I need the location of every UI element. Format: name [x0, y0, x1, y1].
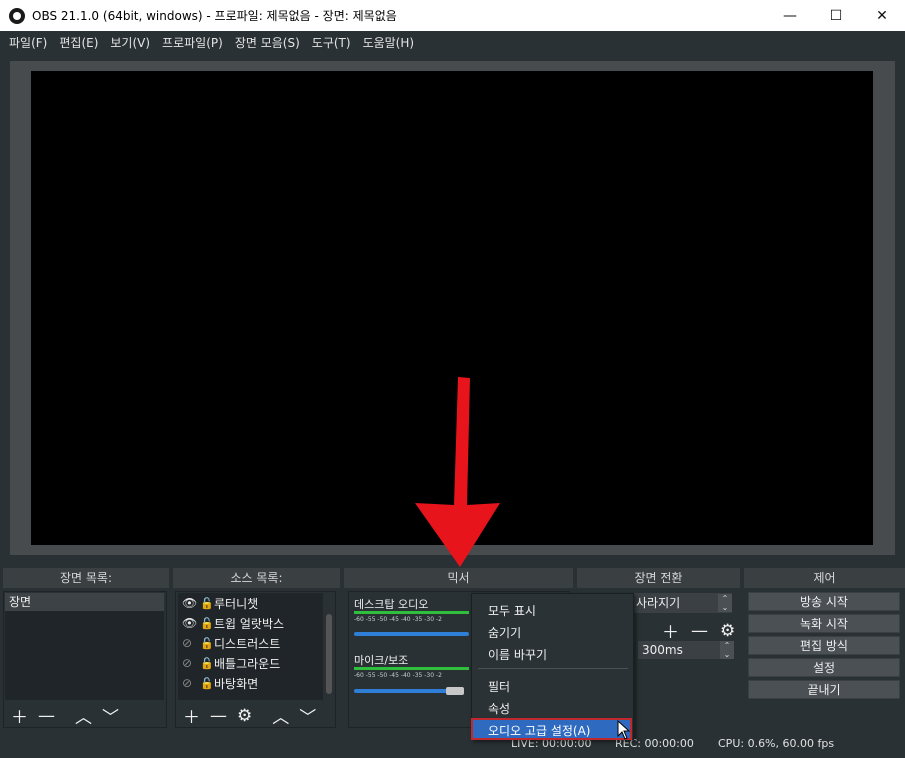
minimize-button[interactable]: — [767, 0, 813, 31]
lock-icon[interactable]: 🔓 [200, 617, 214, 630]
chevron-updown-icon[interactable]: ⌃ ⌄ [720, 641, 734, 659]
fader-handle[interactable] [446, 687, 464, 695]
menu-profile[interactable]: 프로파일(P) [156, 34, 229, 51]
add-source-icon[interactable]: ＋ [183, 703, 200, 728]
scene-list[interactable]: 장면 [5, 593, 164, 700]
settings-button[interactable]: 설정 [748, 658, 900, 677]
obs-logo-icon [9, 7, 25, 24]
menu-item-show-all[interactable]: 모두 표시 [488, 602, 536, 619]
remove-scene-icon[interactable]: — [38, 706, 55, 726]
eye-icon[interactable]: 👁 [182, 616, 200, 630]
red-arrow-icon [415, 377, 500, 567]
list-item[interactable]: 👁 🔓 트윕 얼랏박스 [178, 613, 323, 633]
volume-fader[interactable] [354, 632, 469, 636]
eye-hidden-icon[interactable]: ⊘ [182, 636, 200, 650]
volume-fader[interactable] [354, 689, 449, 693]
duration-value: 300ms [642, 643, 683, 657]
scenes-dock-title: 장면 목록: [3, 568, 169, 588]
menu-item-advanced-audio[interactable]: 오디오 고급 설정(A) [471, 718, 632, 740]
start-recording-button[interactable]: 녹화 시작 [748, 614, 900, 633]
source-name: 바탕화면 [214, 676, 259, 691]
meter-scale: -60 -55 -50 -45 -40 -35 -30 -2 [354, 616, 442, 623]
move-up-icon[interactable]: ︿ [272, 703, 289, 728]
remove-source-icon[interactable]: — [210, 706, 227, 726]
add-scene-icon[interactable]: ＋ [11, 703, 28, 728]
lock-icon[interactable]: 🔓 [200, 677, 214, 690]
menu-scene-collection[interactable]: 장면 모음(S) [229, 34, 306, 51]
menu-item-rename[interactable]: 이름 바꾸기 [488, 646, 547, 663]
cpu-status: CPU: 0.6%, 60.00 fps [718, 737, 835, 750]
menu-edit[interactable]: 편집(E) [53, 34, 104, 51]
studio-mode-button[interactable]: 편집 방식 [748, 636, 900, 655]
move-up-icon[interactable]: ︿ [75, 703, 92, 728]
menu-item-properties[interactable]: 속성 [488, 700, 510, 717]
chevron-updown-icon[interactable]: ⌃ ⌄ [718, 594, 732, 612]
controls-dock-title: 제어 [744, 568, 905, 588]
window-title: OBS 21.1.0 (64bit, windows) - 프로파일: 제목없음… [32, 9, 397, 23]
list-item[interactable]: 👁 🔓 루터니챗 [178, 593, 323, 613]
start-streaming-button[interactable]: 방송 시작 [748, 592, 900, 611]
audio-meter [354, 667, 469, 670]
gear-icon[interactable]: ⚙ [720, 621, 735, 641]
source-list-scrollbar[interactable] [326, 614, 332, 694]
list-item[interactable]: ⊘ 🔓 바탕화면 [178, 673, 323, 693]
add-transition-icon[interactable]: ＋ [662, 618, 679, 643]
source-toolbar: ＋ — ⚙ ︿ ﹀ [183, 703, 316, 729]
eye-icon[interactable]: 👁 [182, 596, 200, 610]
transition-type: 사라지기 [636, 596, 681, 610]
eye-hidden-icon[interactable]: ⊘ [182, 656, 200, 670]
title-bar: OBS 21.1.0 (64bit, windows) - 프로파일: 제목없음… [0, 0, 905, 31]
source-name: 디스트러스트 [214, 636, 281, 651]
context-menu: 모두 표시 숨기기 이름 바꾸기 필터 속성 오디오 고급 설정(A) [471, 593, 634, 740]
eye-hidden-icon[interactable]: ⊘ [182, 676, 200, 690]
scene-item[interactable]: 장면 [5, 593, 164, 611]
mixer-dock-title: 믹서 [344, 568, 573, 588]
exit-button[interactable]: 끝내기 [748, 680, 900, 699]
gear-icon[interactable]: ⚙ [237, 706, 252, 726]
source-list[interactable]: 👁 🔓 루터니챗 👁 🔓 트윕 얼랏박스 ⊘ 🔓 디스트러스트 ⊘ 🔓 배틀그라… [178, 593, 323, 700]
mouse-cursor-icon [617, 720, 631, 740]
meter-scale: -60 -55 -50 -45 -40 -35 -30 -2 [354, 672, 442, 679]
source-name: 배틀그라운드 [214, 656, 281, 671]
maximize-button[interactable]: ☐ [813, 0, 859, 31]
menu-bar: 파일(F) 편집(E) 보기(V) 프로파일(P) 장면 모음(S) 도구(T)… [0, 31, 905, 53]
menu-view[interactable]: 보기(V) [104, 34, 156, 51]
scene-toolbar: ＋ — ︿ ﹀ [11, 703, 119, 729]
menu-item-hide[interactable]: 숨기기 [488, 624, 521, 641]
list-item[interactable]: ⊘ 🔓 배틀그라운드 [178, 653, 323, 673]
menu-separator [478, 668, 628, 669]
audio-meter [354, 611, 469, 614]
menu-help[interactable]: 도움말(H) [357, 34, 421, 51]
source-name: 트윕 얼랏박스 [214, 616, 285, 631]
transitions-dock-title: 장면 전환 [577, 568, 740, 588]
mixer-track-name: 데스크탑 오디오 [354, 598, 429, 611]
mixer-track-name: 마이크/보조 [354, 654, 409, 667]
source-name: 루터니챗 [214, 596, 259, 611]
transition-toolbar: ＋ — ⚙ [662, 618, 735, 644]
menu-tools[interactable]: 도구(T) [306, 34, 357, 51]
lock-icon[interactable]: 🔓 [200, 657, 214, 670]
lock-icon[interactable]: 🔓 [200, 637, 214, 650]
menu-item-filters[interactable]: 필터 [488, 678, 510, 695]
move-down-icon[interactable]: ﹀ [299, 703, 316, 728]
close-button[interactable]: ✕ [859, 0, 905, 31]
lock-icon[interactable]: 🔓 [200, 597, 214, 610]
menu-file[interactable]: 파일(F) [3, 34, 53, 51]
sources-dock-title: 소스 목록: [173, 568, 340, 588]
menu-item-label: 오디오 고급 설정(A) [488, 724, 591, 738]
list-item[interactable]: ⊘ 🔓 디스트러스트 [178, 633, 323, 653]
remove-transition-icon[interactable]: — [691, 621, 708, 641]
move-down-icon[interactable]: ﹀ [102, 703, 119, 728]
